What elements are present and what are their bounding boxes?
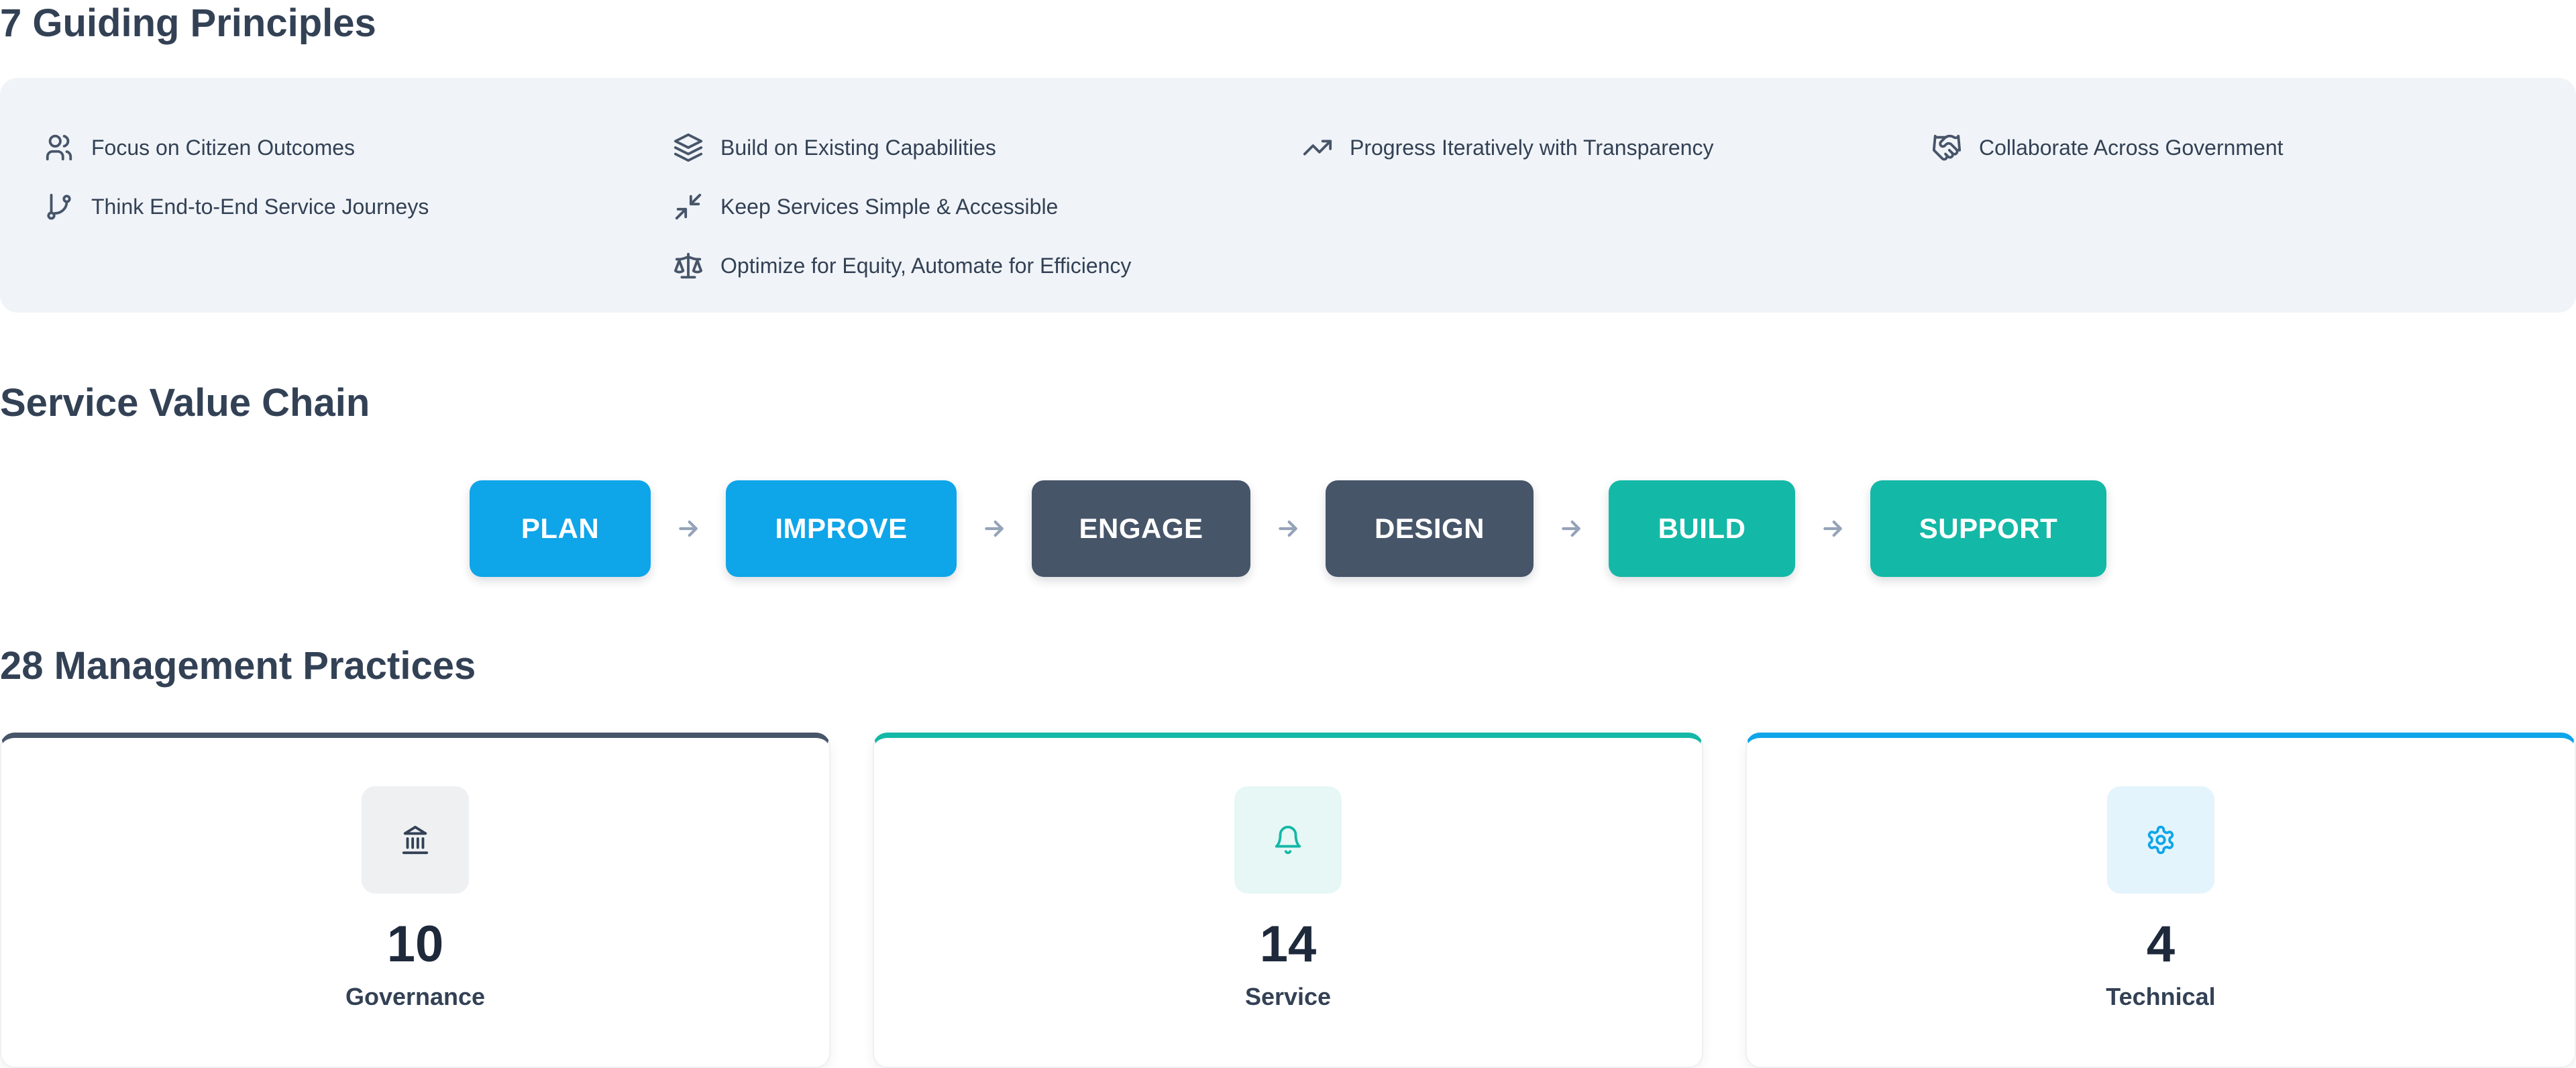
principles-column-4: Collaborate Across Government bbox=[1931, 118, 2284, 177]
practice-count: 10 bbox=[386, 916, 444, 973]
layers-icon bbox=[672, 131, 704, 164]
principle-label: Focus on Citizen Outcomes bbox=[91, 135, 356, 160]
practice-card-service[interactable]: 14 Service bbox=[873, 733, 1703, 1068]
management-practices-title: 28 Management Practices bbox=[0, 644, 476, 688]
practice-card-technical[interactable]: 4 Technical bbox=[1746, 733, 2576, 1068]
principle-item-equity-efficiency: Optimize for Equity, Automate for Effici… bbox=[672, 236, 1131, 295]
chain-step-engage[interactable]: ENGAGE bbox=[1032, 480, 1250, 577]
arrow-right-icon bbox=[957, 515, 1032, 542]
minimize-icon bbox=[672, 191, 704, 223]
git-branch-icon bbox=[43, 191, 75, 223]
principle-label: Collaborate Across Government bbox=[1979, 135, 2284, 160]
principle-item-existing-capabilities: Build on Existing Capabilities bbox=[672, 118, 1131, 177]
practice-count: 14 bbox=[1259, 916, 1317, 973]
value-chain-flow: PLAN IMPROVE ENGAGE DESIGN BUILD SUPPORT bbox=[470, 480, 2106, 577]
chain-step-plan[interactable]: PLAN bbox=[470, 480, 651, 577]
principle-label: Think End-to-End Service Journeys bbox=[91, 194, 429, 219]
principles-column-1: Focus on Citizen Outcomes Think End-to-E… bbox=[43, 118, 429, 236]
practice-card-governance[interactable]: 10 Governance bbox=[0, 733, 830, 1068]
principles-column-3: Progress Iteratively with Transparency bbox=[1301, 118, 1713, 177]
chain-step-support[interactable]: SUPPORT bbox=[1870, 480, 2106, 577]
arrow-right-icon bbox=[1534, 515, 1609, 542]
practice-label: Technical bbox=[2106, 983, 2216, 1010]
principle-label: Keep Services Simple & Accessible bbox=[720, 194, 1059, 219]
practice-label: Service bbox=[1244, 983, 1332, 1010]
principle-label: Build on Existing Capabilities bbox=[720, 135, 996, 160]
guiding-principles-panel: Focus on Citizen Outcomes Think End-to-E… bbox=[0, 78, 2576, 313]
bell-icon bbox=[1234, 786, 1342, 894]
chain-step-design[interactable]: DESIGN bbox=[1326, 480, 1534, 577]
chain-step-build[interactable]: BUILD bbox=[1609, 480, 1795, 577]
principle-item-iterative: Progress Iteratively with Transparency bbox=[1301, 118, 1713, 177]
trending-up-icon bbox=[1301, 131, 1334, 164]
guiding-principles-title: 7 Guiding Principles bbox=[0, 1, 376, 45]
principle-item-collaborate: Collaborate Across Government bbox=[1931, 118, 2284, 177]
practice-count: 4 bbox=[2146, 916, 2176, 973]
scale-icon bbox=[672, 250, 704, 282]
principle-item-end-to-end: Think End-to-End Service Journeys bbox=[43, 177, 429, 236]
gear-icon bbox=[2107, 786, 2214, 894]
arrow-right-icon bbox=[651, 515, 726, 542]
principle-item-simple-accessible: Keep Services Simple & Accessible bbox=[672, 177, 1131, 236]
practice-label: Governance bbox=[345, 983, 486, 1010]
handshake-icon bbox=[1931, 131, 1963, 164]
service-value-chain-title: Service Value Chain bbox=[0, 381, 370, 425]
users-icon bbox=[43, 131, 75, 164]
principle-label: Optimize for Equity, Automate for Effici… bbox=[720, 253, 1132, 278]
arrow-right-icon bbox=[1250, 515, 1326, 542]
arrow-right-icon bbox=[1795, 515, 1870, 542]
principle-item-citizen-outcomes: Focus on Citizen Outcomes bbox=[43, 118, 429, 177]
chain-step-improve[interactable]: IMPROVE bbox=[726, 480, 957, 577]
principle-label: Progress Iteratively with Transparency bbox=[1350, 135, 1714, 160]
landmark-icon bbox=[362, 786, 469, 894]
principles-column-2: Build on Existing Capabilities Keep Serv… bbox=[672, 118, 1131, 295]
